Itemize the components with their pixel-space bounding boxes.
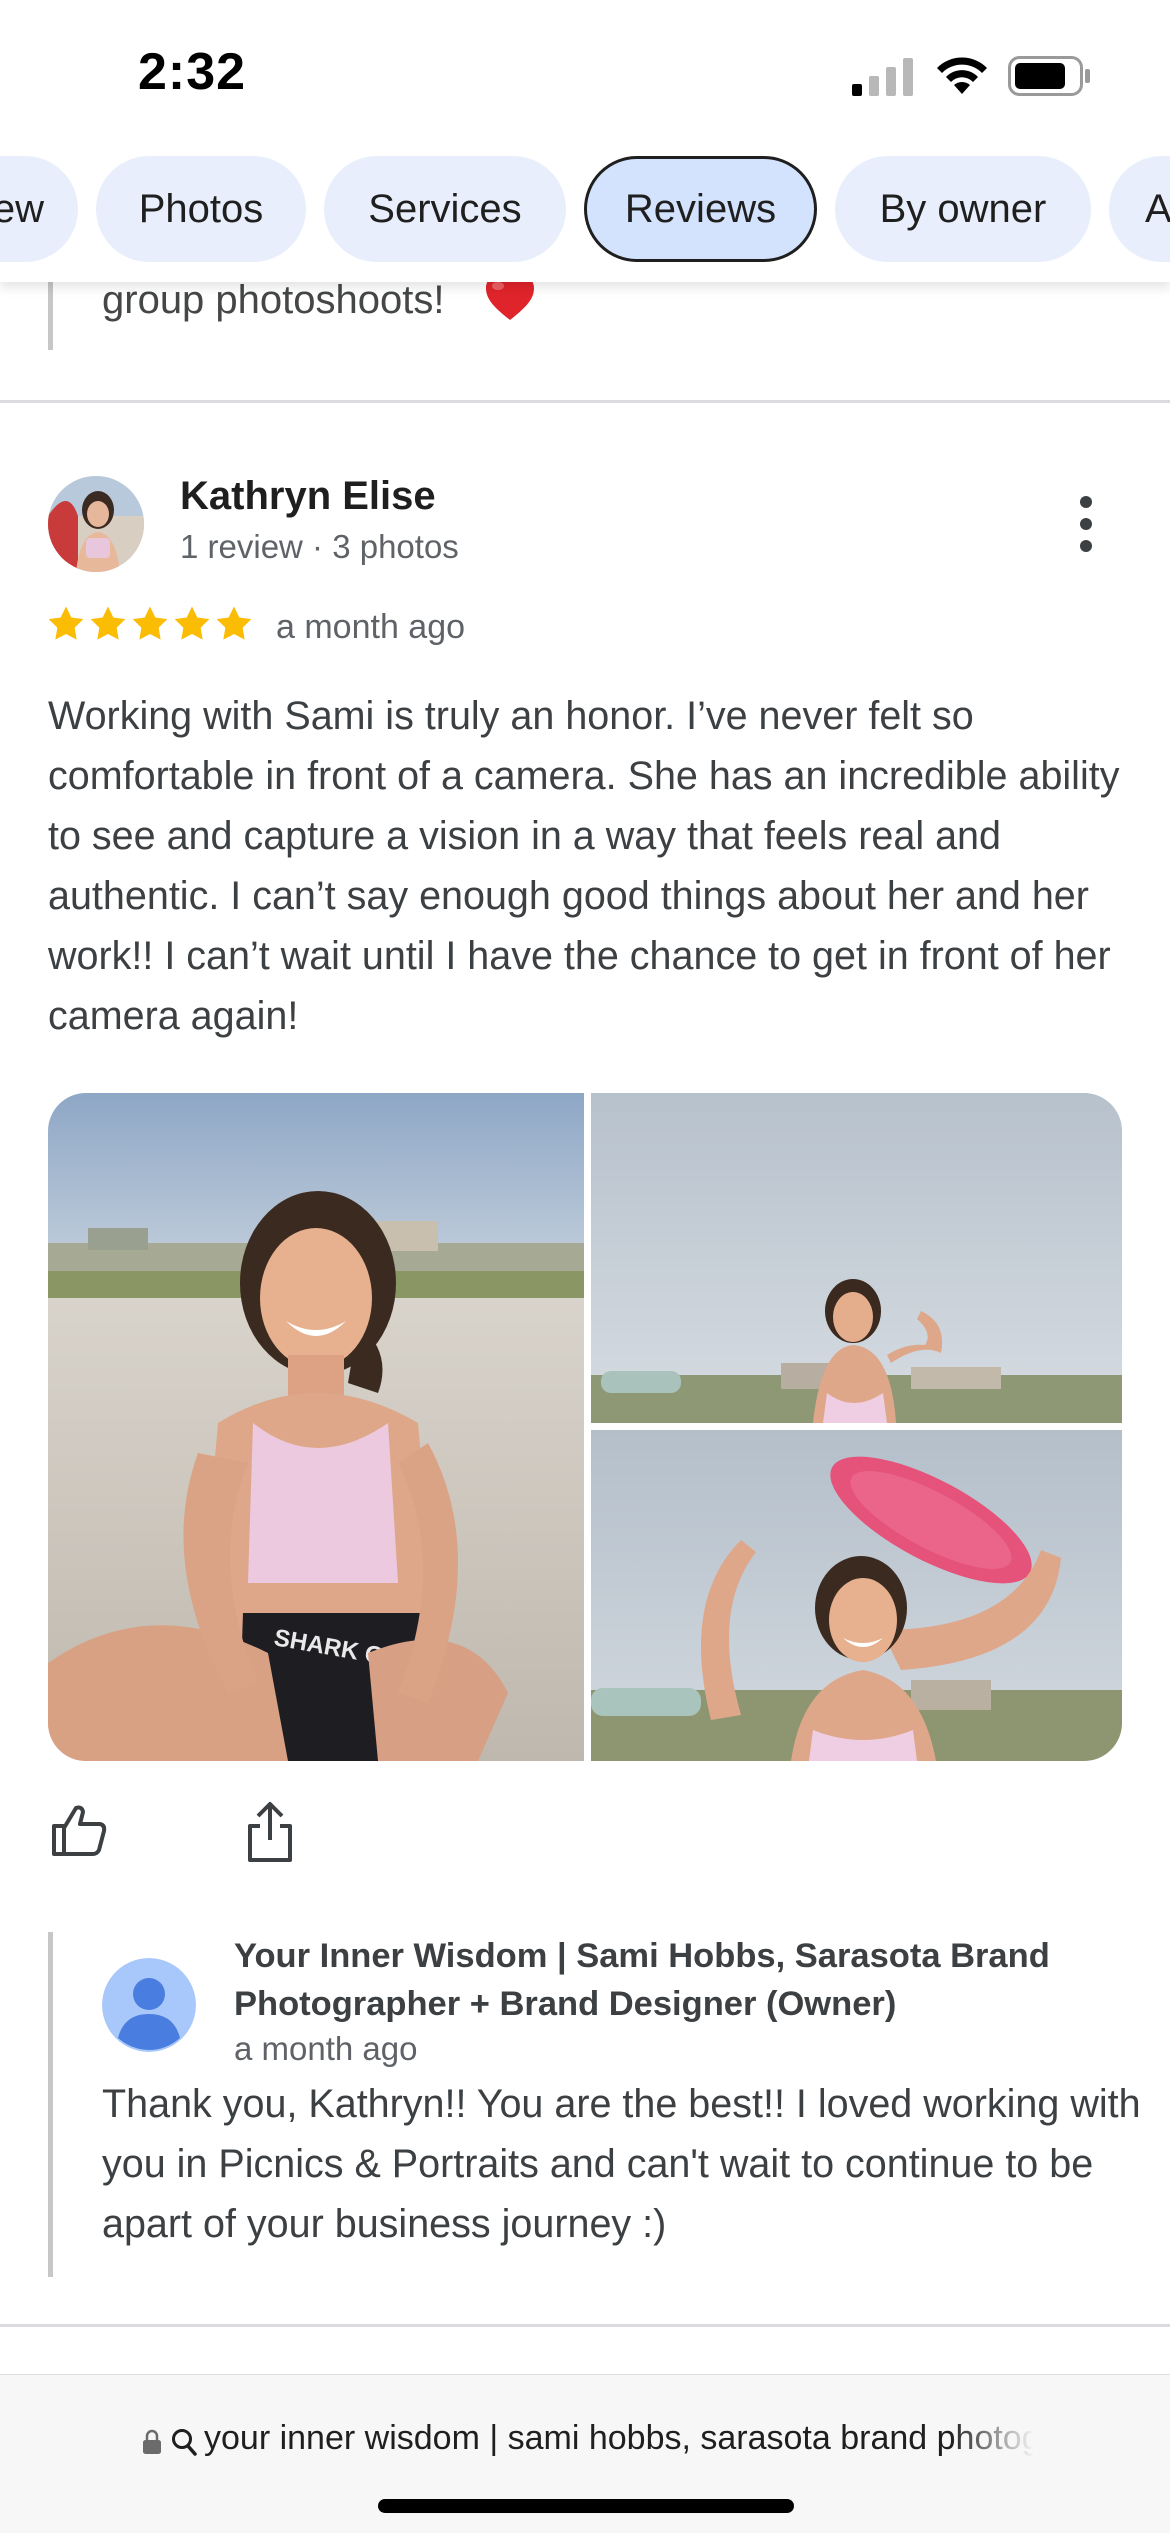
cellular-signal-icon: [852, 58, 913, 96]
tab-reviews[interactable]: Reviews: [584, 156, 817, 262]
owner-name: Your Inner Wisdom | Sami Hobbs, Sarasota…: [234, 1937, 1050, 2023]
browser-address-bar[interactable]: your inner wisdom | sami hobbs, sarasota…: [0, 2374, 1170, 2533]
home-indicator[interactable]: [378, 2499, 794, 2513]
like-thumb-icon[interactable]: [50, 1802, 108, 1858]
review-photo-3[interactable]: [591, 1430, 1122, 1761]
star-icon: [132, 606, 168, 640]
more-options-icon[interactable]: [1066, 494, 1106, 554]
tab-about[interactable]: A: [1109, 156, 1170, 262]
star-icon: [90, 606, 126, 640]
tab-by-owner[interactable]: By owner: [835, 156, 1091, 262]
review-photo-2[interactable]: [591, 1093, 1122, 1423]
owner-response-bar: [48, 270, 53, 350]
star-icon: [216, 606, 252, 640]
owner-response-bar: [48, 1932, 53, 2277]
status-time: 2:32: [138, 43, 247, 101]
reviewer-meta: 1 review · 3 photos: [180, 528, 459, 565]
tab-bar: ew Photos Services Reviews By owner A: [0, 150, 1170, 282]
previous-review-tail: group photoshoots!: [0, 270, 1170, 400]
review-text: Working with Sami is truly an honor. I’v…: [48, 694, 1120, 1038]
previous-review-text: group photoshoots!: [102, 278, 445, 322]
owner-response-time: a month ago: [234, 2030, 418, 2067]
search-icon: [172, 2429, 197, 2456]
review-photo-grid: SHARK GYMS: [48, 1093, 1122, 1761]
reviewer-avatar[interactable]: [48, 476, 144, 572]
star-rating: [46, 604, 254, 652]
status-bar: 2:32: [0, 0, 1170, 150]
battery-icon: [1008, 56, 1090, 96]
tab-services[interactable]: Services: [324, 156, 566, 262]
owner-avatar: [102, 1958, 196, 2052]
tab-overview[interactable]: ew: [0, 156, 78, 262]
star-icon: [48, 606, 84, 640]
divider: [0, 2324, 1170, 2327]
review-time: a month ago: [276, 608, 466, 646]
tab-photos[interactable]: Photos: [96, 156, 306, 262]
share-icon[interactable]: [244, 1800, 296, 1864]
reviewer-name[interactable]: Kathryn Elise: [180, 474, 436, 519]
review-photo-1[interactable]: SHARK GYMS: [48, 1093, 584, 1761]
divider: [0, 400, 1170, 403]
lock-icon: [143, 2429, 161, 2454]
url-text[interactable]: your inner wisdom | sami hobbs, sarasota…: [204, 2419, 1034, 2458]
star-icon: [174, 606, 210, 640]
wifi-icon: [937, 57, 987, 94]
owner-response-text: Thank you, Kathryn!! You are the best!! …: [102, 2082, 1141, 2246]
